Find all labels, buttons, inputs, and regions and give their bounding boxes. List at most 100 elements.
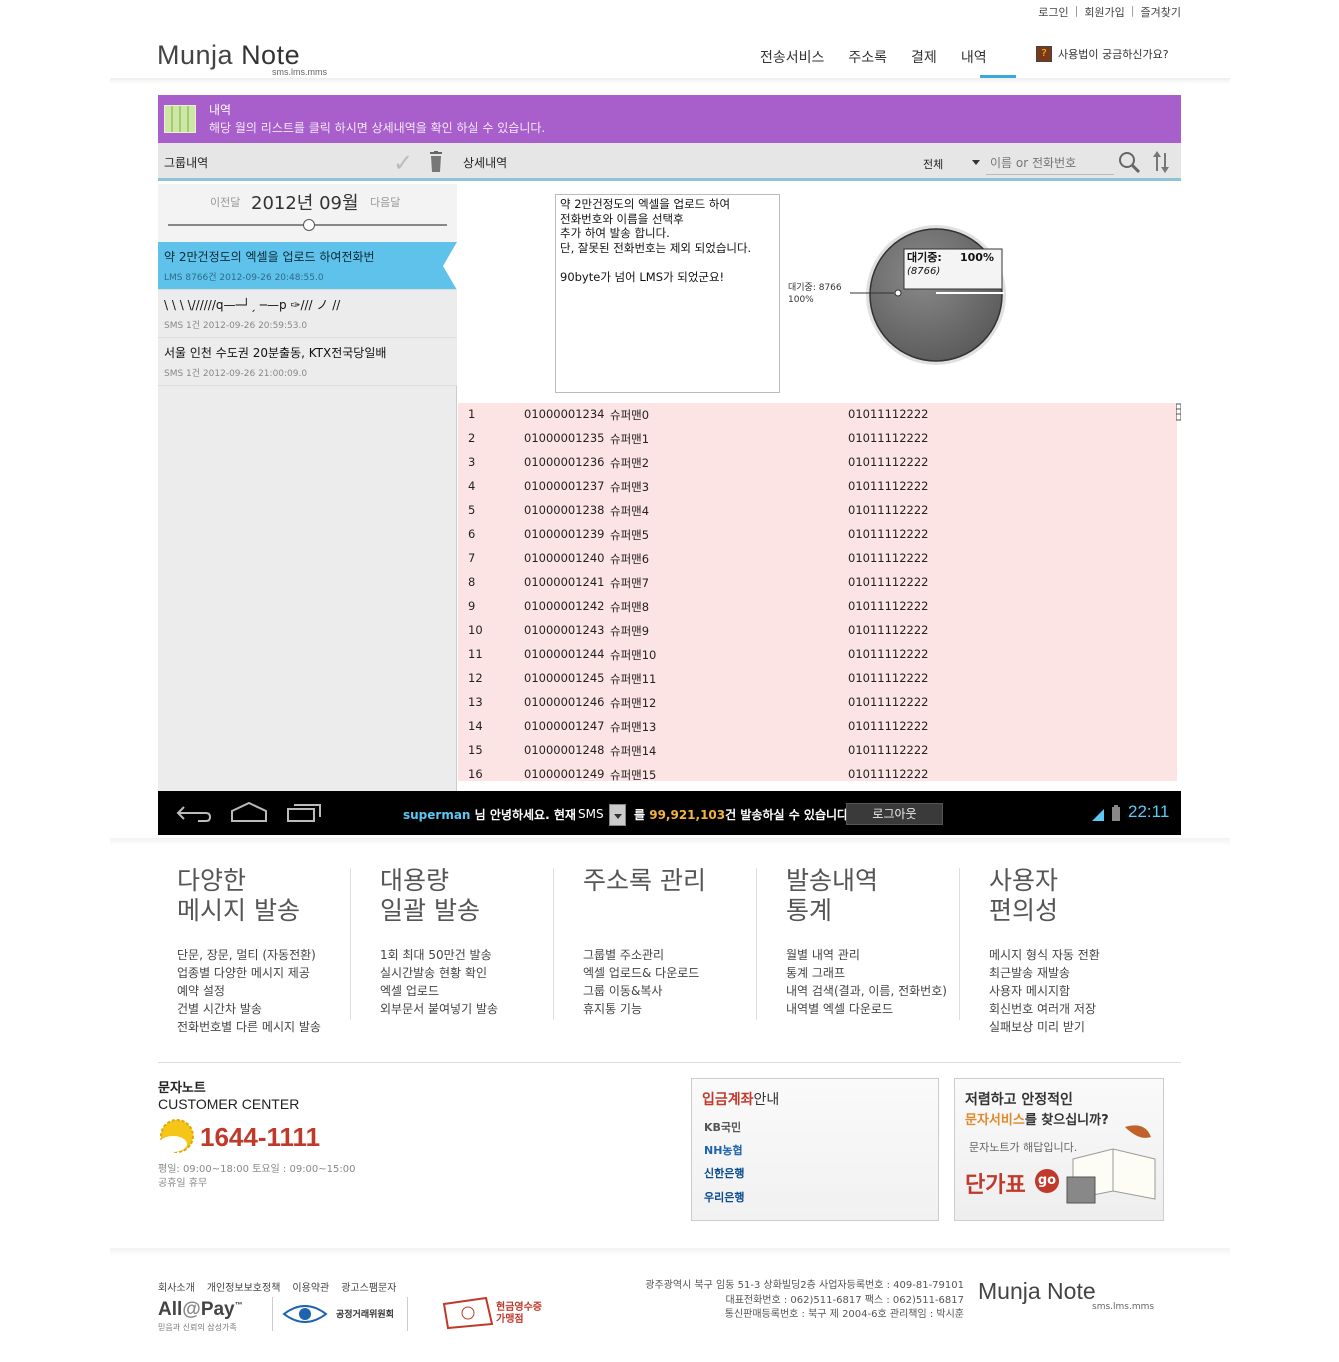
search-input[interactable] <box>986 151 1114 175</box>
row-number: 15 <box>468 743 483 757</box>
search-icon[interactable] <box>1118 151 1140 173</box>
next-month-button[interactable]: 다음달 <box>370 194 400 210</box>
sender-phone: 01011112222 <box>848 767 929 781</box>
footer-link-privacy[interactable]: 개인정보보호정책 <box>207 1279 281 1294</box>
status-pie-chart: 대기중: 8766 100% 대기중: 100% (8766) <box>788 225 1006 365</box>
login-link[interactable]: 로그인 <box>1038 4 1068 20</box>
message-type: SMS <box>578 807 604 821</box>
go-button[interactable]: go <box>1035 1169 1059 1193</box>
feature-item: 업종별 다양한 메시지 제공 <box>177 966 310 980</box>
price-table-box[interactable]: 저렴하고 안정적인 문자서비스를 찾으십니까? 문자노트가 해답입니다. 단가표… <box>954 1078 1164 1221</box>
ftc-label: 공정거래위원회 <box>336 1310 394 1320</box>
footer-link-company[interactable]: 회사소개 <box>158 1279 195 1294</box>
greeting: superman 님 안녕하세요. 현재 <box>403 808 576 822</box>
table-row[interactable]: 9 01000001242 슈퍼맨8 01011112222 <box>458 595 1177 619</box>
help-link[interactable]: ? 사용법이 궁금하신가요? <box>1036 46 1169 62</box>
row-number: 16 <box>468 767 483 781</box>
table-row[interactable]: 14 01000001247 슈퍼맨13 01011112222 <box>458 715 1177 739</box>
banner-title: 내역 <box>209 103 232 117</box>
feature-item: 휴지통 기능 <box>583 1002 643 1016</box>
question-book-icon: ? <box>1036 46 1052 62</box>
detail-history-label: 상세내역 <box>463 156 508 170</box>
recipient-phone: 01000001238 <box>524 503 605 517</box>
sender-phone: 01011112222 <box>848 527 929 541</box>
sender-phone: 01011112222 <box>848 647 929 661</box>
message-type-dropdown[interactable] <box>609 804 626 826</box>
scroll-handle[interactable] <box>1176 403 1181 421</box>
signup-link[interactable]: 회원가입 <box>1084 4 1124 20</box>
customer-phone: 1644-1111 <box>200 1122 321 1152</box>
sort-icon[interactable] <box>1152 149 1170 175</box>
book-calculator-icon <box>1066 1125 1156 1204</box>
recipient-name: 슈퍼맨7 <box>610 576 650 590</box>
group-item[interactable]: \ \ \ \//////q—─┘ˏ ─—p ✑/// ノ // SMS 1건 … <box>158 290 457 338</box>
back-icon[interactable] <box>176 801 212 825</box>
table-row[interactable]: 4 01000001237 슈퍼맨3 01011112222 <box>458 475 1177 499</box>
trash-icon[interactable] <box>428 151 444 173</box>
table-row[interactable]: 1 01000001234 슈퍼맨0 01011112222 <box>458 403 1177 427</box>
recipient-phone: 01000001241 <box>524 575 605 589</box>
table-row[interactable]: 8 01000001241 슈퍼맨7 01011112222 <box>458 571 1177 595</box>
bank-account-box[interactable]: 입금계좌안내 KB국민 NH농협 신한은행 우리은행 <box>691 1078 939 1221</box>
home-icon[interactable] <box>230 801 268 825</box>
section-divider <box>110 838 1230 846</box>
table-row[interactable]: 6 01000001239 슈퍼맨5 01011112222 <box>458 523 1177 547</box>
row-number: 7 <box>468 551 476 565</box>
table-row[interactable]: 2 01000001235 슈퍼맨1 01011112222 <box>458 427 1177 451</box>
table-row[interactable]: 15 01000001248 슈퍼맨14 01011112222 <box>458 739 1177 763</box>
pie-tooltip-count: (8766) <box>907 266 940 277</box>
table-row[interactable]: 3 01000001236 슈퍼맨2 01011112222 <box>458 451 1177 475</box>
price-line3: 문자노트가 해답입니다. <box>969 1141 1078 1154</box>
feature-heading: 대용량 일괄 발송 <box>380 866 480 925</box>
sender-phone: 01011112222 <box>848 407 929 421</box>
chevron-down-icon[interactable] <box>972 160 980 165</box>
table-row[interactable]: 5 01000001238 슈퍼맨4 01011112222 <box>458 499 1177 523</box>
recipient-name: 슈퍼맨8 <box>610 600 650 614</box>
logout-button[interactable]: 로그아웃 <box>846 803 943 825</box>
feature-item: 실시간발송 현황 확인 <box>380 966 487 980</box>
month-slider-knob[interactable] <box>303 219 315 231</box>
group-item[interactable]: 서울 인천 수도권 20분출동, KTX전국당일배 SMS 1건 2012-09… <box>158 338 457 386</box>
recipient-phone: 01000001239 <box>524 527 605 541</box>
table-row[interactable]: 12 01000001245 슈퍼맨11 01011112222 <box>458 667 1177 691</box>
feature-item: 메시지 형식 자동 전환 <box>989 948 1100 962</box>
feature-item: 건별 시간차 발송 <box>177 1002 262 1016</box>
customer-center-label: CUSTOMER CENTER <box>158 1096 300 1112</box>
sender-phone: 01011112222 <box>848 623 929 637</box>
recipient-name: 슈퍼맨12 <box>610 696 657 710</box>
nav-payment[interactable]: 결제 <box>911 47 937 67</box>
table-row[interactable]: 16 01000001249 슈퍼맨15 01011112222 <box>458 763 1177 781</box>
footer-link-terms[interactable]: 이용약관 <box>292 1279 329 1294</box>
nav-history[interactable]: 내역 <box>961 47 987 67</box>
recipient-name: 슈퍼맨5 <box>610 528 650 542</box>
footer-link-spam[interactable]: 광고스팸문자 <box>341 1279 396 1294</box>
nav-address-book[interactable]: 주소록 <box>848 47 887 67</box>
nav-send-service[interactable]: 전송서비스 <box>760 47 824 67</box>
table-row[interactable]: 7 01000001240 슈퍼맨6 01011112222 <box>458 547 1177 571</box>
recipient-phone: 01000001240 <box>524 551 605 565</box>
check-icon[interactable]: ✓ <box>393 149 413 177</box>
table-row[interactable]: 11 01000001244 슈퍼맨10 01011112222 <box>458 643 1177 667</box>
favorite-link[interactable]: 즐겨찾기 <box>1141 4 1181 20</box>
recipient-name: 슈퍼맨11 <box>610 672 657 686</box>
recent-apps-icon[interactable] <box>286 801 322 825</box>
pie-side-pct: 100% <box>788 295 814 305</box>
group-item[interactable]: 약 2만건정도의 엑셀을 업로드 하여전화번 LMS 8766건 2012-09… <box>158 242 457 290</box>
sender-phone: 01011112222 <box>848 551 929 565</box>
filter-select[interactable]: 전체 <box>923 156 943 172</box>
recipient-phone: 01000001237 <box>524 479 605 493</box>
row-number: 3 <box>468 455 476 469</box>
feature-item: 그룹 이동&복사 <box>583 984 663 998</box>
sender-phone: 01011112222 <box>848 479 929 493</box>
cash-receipt-label: 현금영수증 가맹점 <box>496 1302 542 1325</box>
feature-item: 내역별 엑셀 다운로드 <box>786 1002 893 1016</box>
footer-separator <box>407 1297 408 1331</box>
bank-title: 입금계좌안내 <box>702 1092 780 1108</box>
main-nav: 전송서비스 주소록 결제 내역 <box>760 47 987 67</box>
prev-month-button[interactable]: 이전달 <box>210 194 240 210</box>
table-row[interactable]: 10 01000001243 슈퍼맨9 01011112222 <box>458 619 1177 643</box>
recipient-name: 슈퍼맨9 <box>610 624 650 638</box>
logo-sub: sms.lms.mms <box>272 67 327 77</box>
footer-separator <box>272 1297 273 1331</box>
table-row[interactable]: 13 01000001246 슈퍼맨12 01011112222 <box>458 691 1177 715</box>
